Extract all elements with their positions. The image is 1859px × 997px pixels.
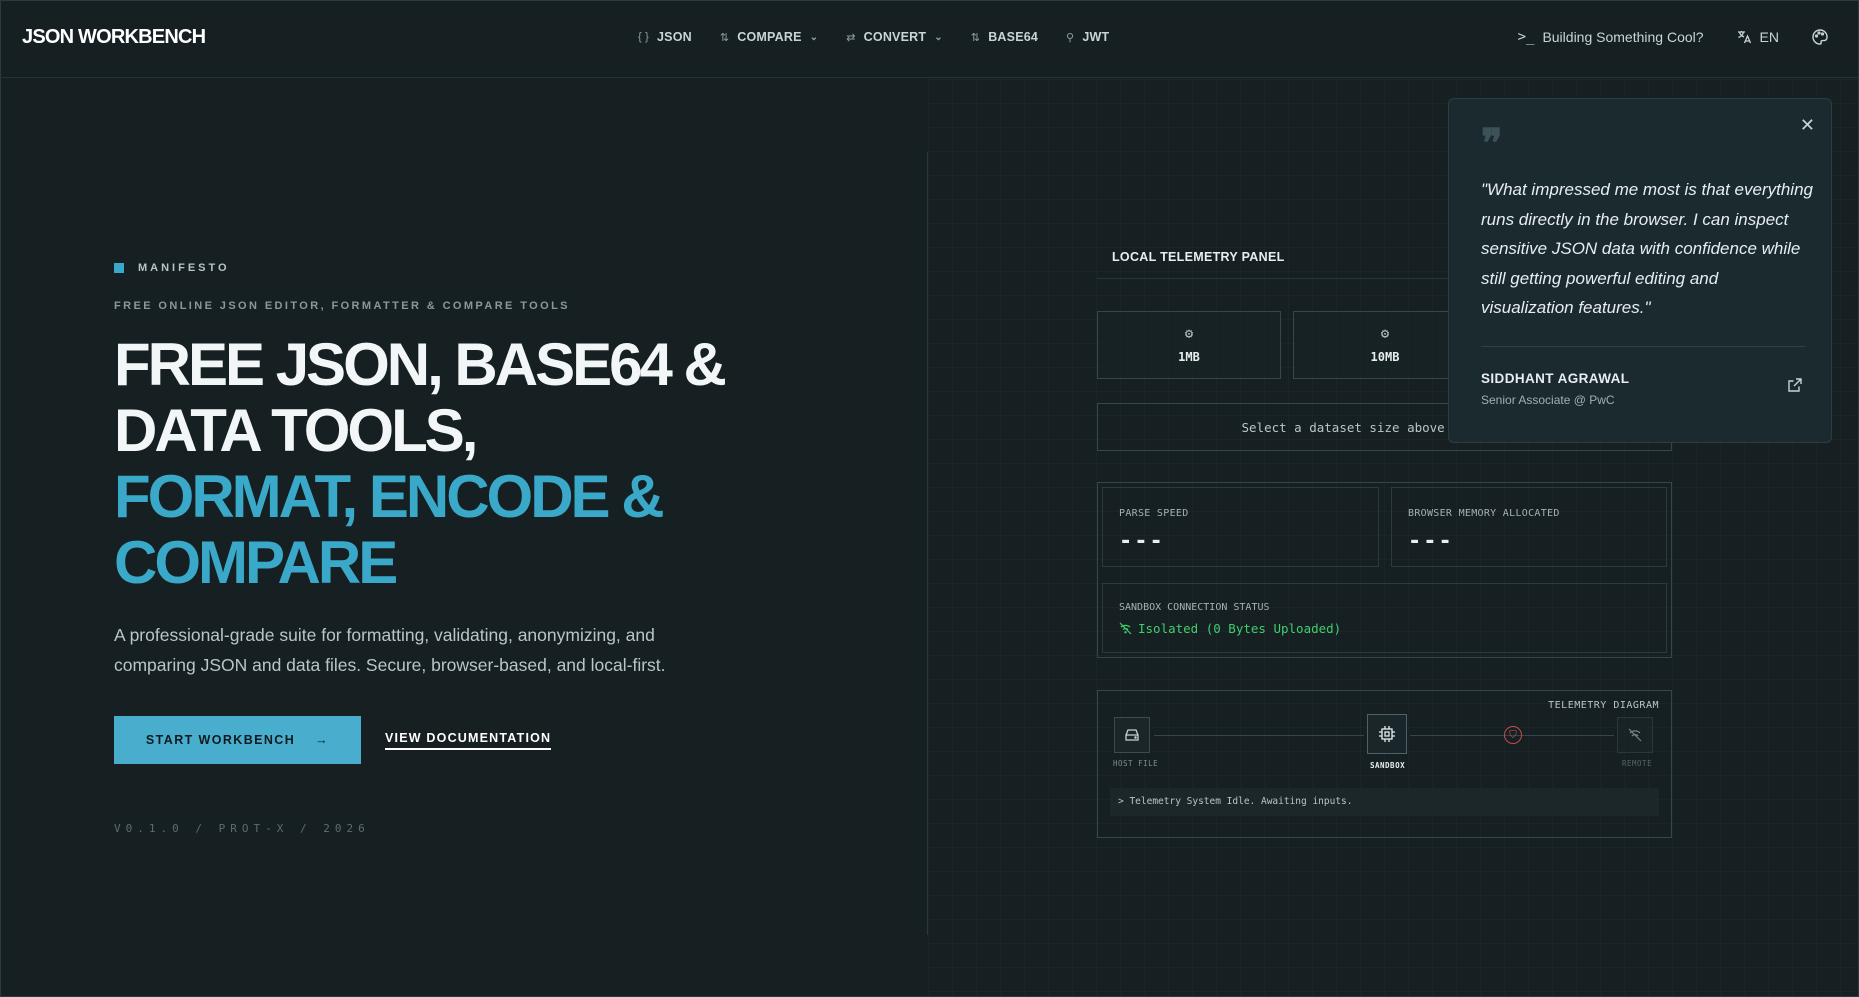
palette-icon	[1812, 29, 1828, 45]
nav-json[interactable]: { } JSON	[638, 30, 692, 44]
nav-jwt-label: JWT	[1082, 30, 1110, 44]
headline-accent-1: FORMAT, ENCODE &	[114, 463, 665, 530]
size-10mb-label: 10MB	[1370, 350, 1400, 364]
language-label: EN	[1759, 29, 1779, 45]
start-workbench-button[interactable]: START WORKBENCH →	[114, 716, 361, 764]
nav-compare[interactable]: ⇅ COMPARE ⌄	[720, 30, 818, 44]
nav-base64-label: BASE64	[988, 30, 1039, 44]
sandbox-status-label: SANDBOX CONNECTION STATUS	[1119, 602, 1270, 613]
testimonial-quote: "What impressed me most is that everythi…	[1481, 180, 1813, 317]
parse-speed-value: ---	[1119, 529, 1165, 554]
telemetry-diagram: TELEMETRY DIAGRAM HOST FILE SANDBOX REMO…	[1097, 690, 1672, 838]
arrow-right-icon: →	[315, 733, 330, 747]
square-bullet-icon	[114, 263, 124, 273]
parse-speed-label: PARSE SPEED	[1119, 508, 1189, 519]
nav-jwt[interactable]: ⚲ JWT	[1066, 30, 1109, 44]
telemetry-console: > Telemetry System Idle. Awaiting inputs…	[1110, 788, 1659, 816]
chip-icon: ⚙	[1380, 326, 1390, 342]
building-cta-link[interactable]: >_ Building Something Cool?	[1518, 29, 1704, 45]
key-icon: ⚲	[1066, 31, 1075, 44]
shield-icon: ⛉	[1504, 726, 1522, 744]
testimonial-role: Senior Associate @ PwC	[1481, 393, 1615, 407]
compare-icon: ⇅	[719, 31, 730, 44]
hero-section: MANIFESTO FREE ONLINE JSON EDITOR, FORMA…	[114, 262, 734, 835]
hero-description: A professional-grade suite for formattin…	[114, 625, 666, 675]
eyebrow: MANIFESTO	[114, 262, 734, 274]
wire-host-sandbox	[1154, 735, 1364, 736]
hard-drive-icon	[1114, 717, 1150, 753]
external-link-icon[interactable]	[1787, 377, 1803, 398]
host-file-label: HOST FILE	[1113, 759, 1159, 768]
binary-icon: ⇅	[970, 31, 981, 44]
top-nav: JSON WORKBENCH { } JSON ⇅ COMPARE ⌄ ⇄ CO…	[0, 0, 1859, 78]
metrics-panel: PARSE SPEED --- BROWSER MEMORY ALLOCATED…	[1097, 482, 1672, 658]
cpu-icon	[1367, 714, 1407, 754]
nav-convert[interactable]: ⇄ CONVERT ⌄	[846, 30, 943, 44]
testimonial-name: SIDDHANT AGRAWAL	[1481, 371, 1630, 386]
logo[interactable]: JSON WORKBENCH	[22, 26, 206, 49]
sandbox-node-label: SANDBOX	[1370, 761, 1406, 770]
language-switcher[interactable]: EN	[1736, 29, 1779, 45]
parse-speed-card: PARSE SPEED ---	[1102, 487, 1379, 567]
translate-icon	[1737, 31, 1751, 44]
testimonial-card: ❞ ✕ "What impressed me most is that ever…	[1448, 98, 1832, 443]
sandbox-status-value: Isolated (0 Bytes Uploaded)	[1119, 621, 1666, 636]
close-icon[interactable]: ✕	[1800, 115, 1815, 136]
theme-button[interactable]	[1811, 28, 1829, 46]
headline-line-2: DATA TOOLS,	[114, 397, 478, 464]
sandbox-status-text: Isolated (0 Bytes Uploaded)	[1138, 621, 1342, 636]
chevron-down-icon: ⌄	[934, 31, 943, 43]
globe-off-icon	[1617, 717, 1653, 753]
hero-ctas: START WORKBENCH → VIEW DOCUMENTATION	[114, 716, 734, 764]
view-documentation-link[interactable]: VIEW DOCUMENTATION	[385, 731, 552, 750]
size-1mb-label: 1MB	[1178, 350, 1200, 364]
nav-base64[interactable]: ⇅ BASE64	[971, 30, 1038, 44]
memory-label: BROWSER MEMORY ALLOCATED	[1408, 508, 1560, 519]
nav-convert-label: CONVERT	[863, 30, 927, 44]
testimonial-divider	[1481, 346, 1805, 347]
terminal-icon: >_	[1517, 29, 1535, 45]
eyebrow-label: MANIFESTO	[138, 262, 230, 274]
nav-json-label: JSON	[657, 30, 692, 44]
convert-icon: ⇄	[846, 31, 856, 44]
quote-icon: ❞	[1481, 120, 1503, 167]
braces-icon: { }	[638, 31, 650, 43]
page-title: FREE JSON, BASE64 & DATA TOOLS, FORMAT, …	[114, 332, 734, 596]
start-workbench-label: START WORKBENCH	[145, 733, 296, 747]
diagram-title: TELEMETRY DIAGRAM	[1548, 700, 1659, 711]
version-label: V0.1.0 / PROT-X / 2026	[114, 822, 370, 835]
headline-line-1: FREE JSON, BASE64 &	[114, 331, 727, 398]
sandbox-status-card: SANDBOX CONNECTION STATUS Isolated (0 By…	[1102, 583, 1667, 653]
nav-compare-label: COMPARE	[737, 30, 802, 44]
wifi-off-icon	[1119, 622, 1132, 635]
telemetry-title: LOCAL TELEMETRY PANEL	[1112, 250, 1285, 264]
chevron-down-icon: ⌄	[809, 31, 819, 43]
memory-card: BROWSER MEMORY ALLOCATED ---	[1391, 487, 1667, 567]
nav-right: >_ Building Something Cool? EN	[1518, 28, 1829, 46]
vertical-divider	[927, 152, 928, 935]
chip-icon: ⚙	[1184, 326, 1194, 342]
building-cta-label: Building Something Cool?	[1542, 29, 1704, 45]
headline-accent-2: COMPARE	[114, 529, 398, 596]
nav-links: { } JSON ⇅ COMPARE ⌄ ⇄ CONVERT ⌄ ⇅ BASE6…	[638, 30, 1109, 44]
subeyebrow: FREE ONLINE JSON EDITOR, FORMATTER & COM…	[114, 300, 570, 312]
size-1mb-button[interactable]: ⚙ 1MB	[1097, 311, 1281, 379]
remote-label: REMOTE	[1622, 759, 1653, 768]
memory-value: ---	[1408, 529, 1454, 554]
